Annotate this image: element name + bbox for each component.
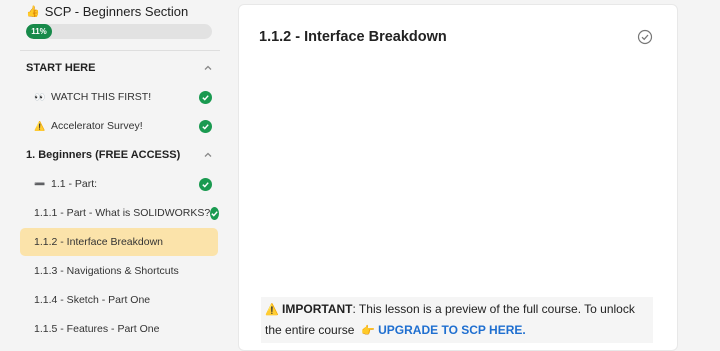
pointing-hand-icon: 👉 bbox=[361, 325, 375, 337]
chevron-up-icon bbox=[202, 62, 214, 74]
lesson-label: Accelerator Survey! bbox=[51, 120, 143, 132]
important-label: IMPORTANT bbox=[282, 302, 353, 316]
lesson-label: 1.1.4 - Sketch - Part One bbox=[34, 294, 151, 306]
completed-check-icon bbox=[199, 119, 212, 133]
section-label: 1. Beginners (FREE ACCESS) bbox=[26, 149, 181, 161]
upgrade-link[interactable]: UPGRADE TO SCP HERE. bbox=[378, 323, 526, 337]
completed-check-icon bbox=[199, 177, 212, 191]
lesson-item-accelerator-survey[interactable]: ⚠️ Accelerator Survey! bbox=[20, 112, 218, 140]
lesson-item-sketch-part-one[interactable]: 1.1.4 - Sketch - Part One bbox=[20, 286, 218, 314]
lesson-item-navigations-shortcuts[interactable]: 1.1.3 - Navigations & Shortcuts bbox=[20, 257, 218, 285]
upgrade-notice: ⚠️ IMPORTANT: This lesson is a preview o… bbox=[261, 297, 653, 343]
section-label: START HERE bbox=[26, 62, 96, 74]
minus-icon: ➖ bbox=[34, 178, 46, 189]
course-progress-bar: 11% bbox=[26, 24, 212, 39]
mark-complete-icon[interactable] bbox=[637, 29, 653, 45]
completed-check-icon bbox=[210, 206, 220, 220]
lesson-label: 1.1.2 - Interface Breakdown bbox=[34, 236, 163, 248]
section-header-start-here[interactable]: START HERE bbox=[26, 56, 214, 80]
course-title: 👍 SCP - Beginners Section bbox=[26, 4, 188, 19]
chevron-up-icon bbox=[202, 149, 214, 161]
lesson-label: 1.1.1 - Part - What is SOLIDWORKS? bbox=[34, 207, 211, 219]
thumbs-up-icon: 👍 bbox=[26, 6, 40, 18]
divider bbox=[20, 50, 220, 51]
warning-icon: ⚠️ bbox=[265, 304, 279, 316]
lesson-label: 1.1.3 - Navigations & Shortcuts bbox=[34, 265, 179, 277]
lesson-label: WATCH THIS FIRST! bbox=[51, 91, 152, 103]
lesson-item-what-is-solidworks[interactable]: 1.1.1 - Part - What is SOLIDWORKS? bbox=[20, 199, 220, 227]
lesson-item-interface-breakdown[interactable]: 1.1.2 - Interface Breakdown bbox=[20, 228, 218, 256]
course-progress-fill: 11% bbox=[26, 24, 53, 39]
lesson-label: 1.1.5 - Features - Part One bbox=[34, 323, 160, 335]
lesson-item-watch-this-first[interactable]: 👀 WATCH THIS FIRST! bbox=[20, 83, 218, 111]
lesson-item-features-part-one[interactable]: 1.1.5 - Features - Part One bbox=[20, 315, 218, 343]
eyes-icon: 👀 bbox=[34, 91, 46, 102]
course-sidebar: 👍 SCP - Beginners Section 11% START HERE… bbox=[0, 0, 230, 340]
lesson-title: 1.1.2 - Interface Breakdown bbox=[259, 29, 447, 45]
lesson-label: 1.1 - Part: bbox=[51, 178, 98, 190]
course-progress-label: 11% bbox=[31, 27, 47, 36]
completed-check-icon bbox=[199, 90, 212, 104]
lesson-item-part[interactable]: ➖ 1.1 - Part: bbox=[20, 170, 218, 198]
course-title-text: SCP - Beginners Section bbox=[44, 4, 189, 19]
warning-icon: ⚠️ bbox=[34, 120, 46, 131]
lesson-content-card: 1.1.2 - Interface Breakdown ⚠️ IMPORTANT… bbox=[238, 4, 678, 351]
section-header-beginners[interactable]: 1. Beginners (FREE ACCESS) bbox=[26, 143, 214, 167]
